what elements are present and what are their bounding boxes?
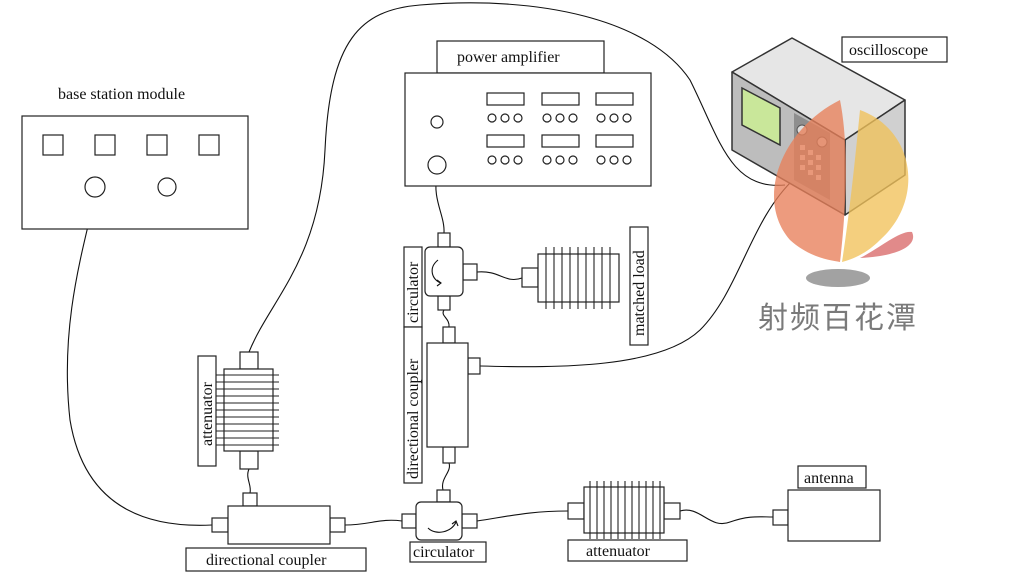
- attenuator-bottom-label: attenuator: [586, 543, 651, 560]
- knob: [542, 155, 552, 165]
- knob: [513, 113, 523, 123]
- display-panel: [595, 92, 634, 106]
- power-amplifier-label: power amplifier: [457, 49, 560, 66]
- knob: [596, 155, 606, 165]
- knob: [609, 155, 619, 165]
- knob: [568, 113, 578, 123]
- circulator-top: [424, 232, 478, 311]
- knob: [622, 113, 632, 123]
- port-circle: [157, 177, 177, 197]
- port-circle: [84, 176, 106, 198]
- attenuator-vertical-label: attenuator: [199, 381, 216, 446]
- knob: [609, 113, 619, 123]
- matched-load-label: matched load: [631, 250, 648, 336]
- circulator-top-label: circulator: [405, 261, 422, 323]
- wire-circulator-to-load: [476, 271, 523, 280]
- wire-attenuator-to-coupler: [247, 468, 251, 494]
- base-station-module: base station module: [21, 86, 249, 230]
- knob: [542, 113, 552, 123]
- attenuator-bottom: attenuator: [567, 481, 688, 562]
- knob: [596, 113, 606, 123]
- wire-circulator-to-vcoupler: [441, 462, 451, 491]
- rf-test-setup-diagram: base station module power amplifier osci…: [0, 0, 1026, 580]
- knob: [487, 113, 497, 123]
- power-amplifier: power amplifier: [404, 40, 652, 187]
- wire-circulator-to-attenuator: [476, 510, 569, 522]
- antenna: antenna: [772, 465, 881, 542]
- base-station-label: base station module: [58, 86, 185, 103]
- display-panel: [486, 134, 525, 148]
- knob: [622, 155, 632, 165]
- wire-attenuator-to-antenna: [679, 509, 774, 525]
- display-panel: [486, 92, 525, 106]
- attenuator-vertical: attenuator: [197, 351, 279, 470]
- display-panel: [595, 134, 634, 148]
- wire-base-to-coupler: [66, 196, 213, 526]
- knob: [500, 113, 510, 123]
- directional-coupler-vertical-label: directional coupler: [405, 358, 422, 479]
- wire-coupler-to-circulator: [344, 519, 403, 526]
- watermark-text: 射频百花潭: [758, 301, 918, 336]
- knob: [555, 155, 565, 165]
- circulator-bottom-label: circulator: [413, 544, 475, 561]
- knob: [568, 155, 578, 165]
- knob: [513, 155, 523, 165]
- directional-coupler-bottom: directional coupler: [185, 492, 367, 572]
- knob: [500, 155, 510, 165]
- oscilloscope-label: oscilloscope: [849, 42, 928, 59]
- antenna-label: antenna: [804, 470, 854, 487]
- diagram-canvas: base station module power amplifier osci…: [21, 2, 948, 572]
- wire-vcoupler-to-circulator: [442, 309, 450, 328]
- directional-coupler-vertical: [426, 326, 481, 464]
- knob: [487, 155, 497, 165]
- display-panel: [541, 134, 580, 148]
- display-panel: [541, 92, 580, 106]
- knob: [555, 113, 565, 123]
- directional-coupler-bottom-label: directional coupler: [206, 552, 327, 569]
- matched-load: matched load: [521, 226, 649, 346]
- circulator-bottom: circulator: [401, 489, 487, 563]
